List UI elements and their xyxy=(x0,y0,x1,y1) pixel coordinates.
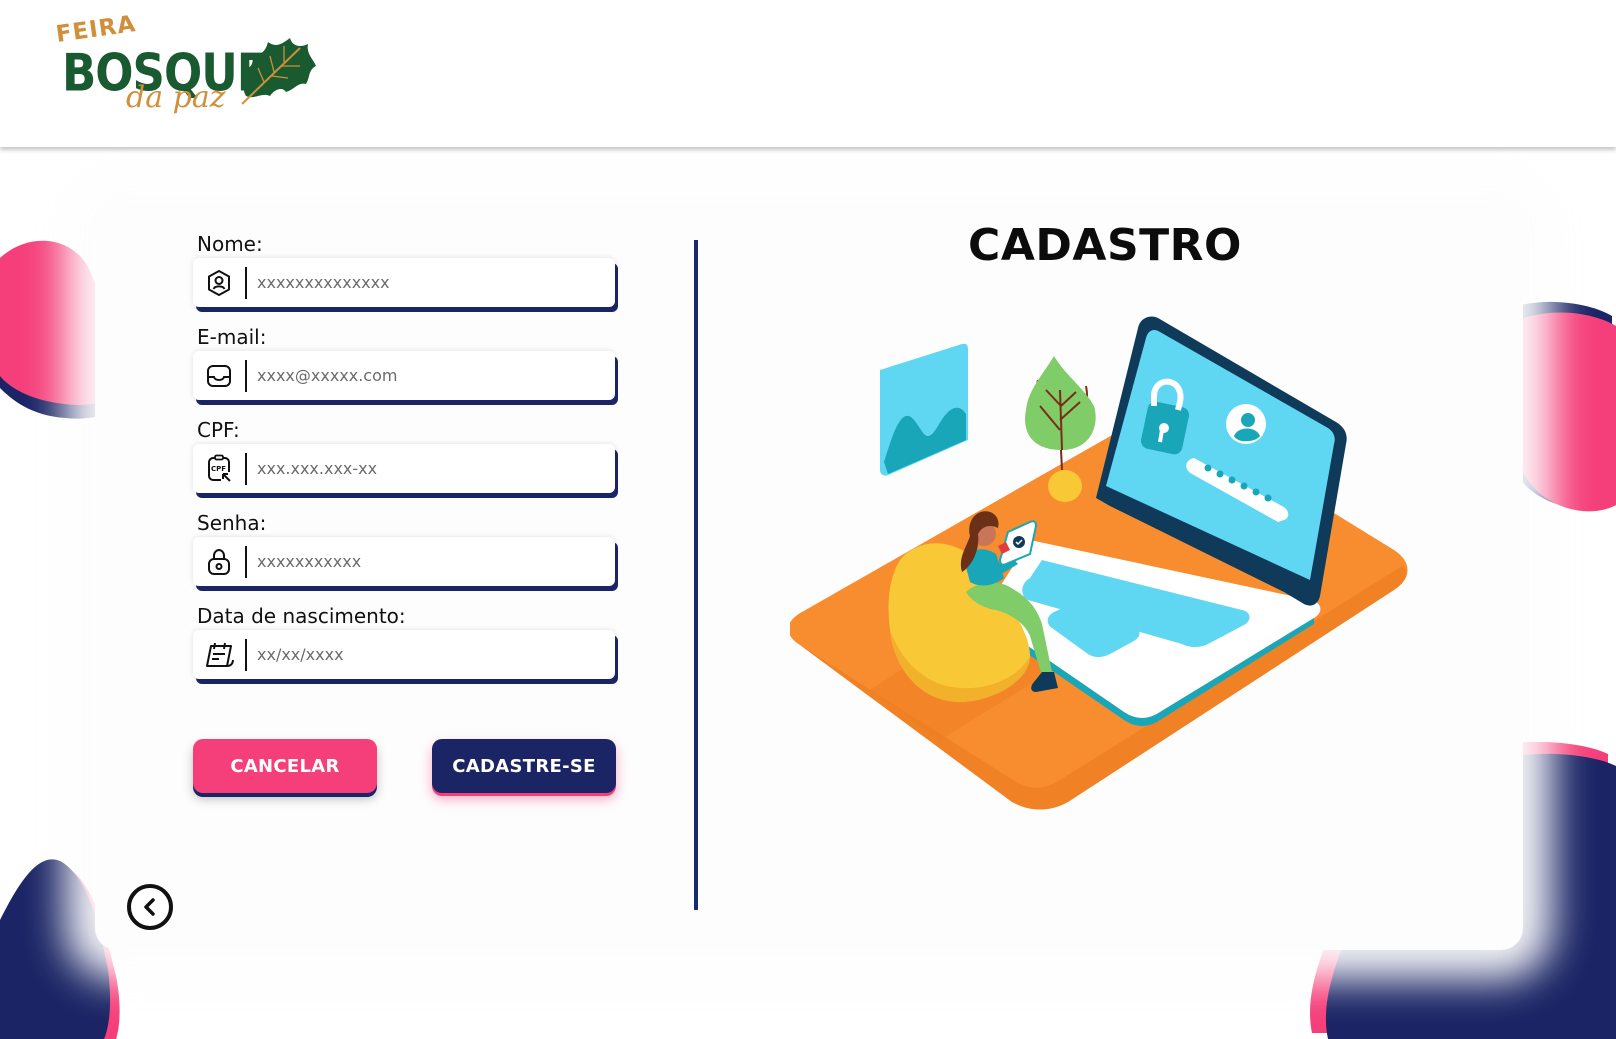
calendar-icon xyxy=(193,630,245,679)
cpf-document-icon: CPF xyxy=(193,444,245,493)
svg-text:CPF: CPF xyxy=(211,465,226,473)
field-separator xyxy=(245,359,247,392)
birthdate-label: Data de nascimento: xyxy=(197,604,406,628)
chevron-left-icon xyxy=(144,898,155,916)
name-label: Nome: xyxy=(197,232,263,256)
field-separator xyxy=(245,452,247,485)
laptop-login-illustration xyxy=(790,316,1408,810)
name-input[interactable]: xxxxxxxxxxxxxx xyxy=(257,273,390,292)
cpf-input[interactable]: xxx.xxx.xxx-xx xyxy=(257,459,377,478)
field-separator xyxy=(245,545,247,578)
birthdate-input[interactable]: xx/xx/xxxx xyxy=(257,645,344,664)
email-field[interactable]: xxxx@xxxxx.com xyxy=(193,351,615,400)
feira-bosque-da-paz-logo[interactable]: FEIRA BOSQUE da paz xyxy=(54,11,328,122)
cancel-button[interactable]: CANCELAR xyxy=(193,739,377,793)
password-input[interactable]: xxxxxxxxxxx xyxy=(257,552,361,571)
field-separator xyxy=(245,638,247,671)
name-field[interactable]: xxxxxxxxxxxxxx xyxy=(193,258,615,307)
user-hexagon-icon xyxy=(193,258,245,307)
field-separator xyxy=(245,266,247,299)
signup-button[interactable]: CADASTRE-SE xyxy=(432,739,616,793)
password-field[interactable]: xxxxxxxxxxx xyxy=(193,537,615,586)
page-title: CADASTRO xyxy=(968,220,1242,271)
oak-leaf-icon xyxy=(241,38,316,105)
header: FEIRA BOSQUE da paz xyxy=(0,0,1616,147)
cpf-field[interactable]: CPF xxx.xxx.xxx-xx xyxy=(193,444,615,493)
email-input[interactable]: xxxx@xxxxx.com xyxy=(257,366,397,385)
back-button[interactable] xyxy=(127,884,173,930)
logo-dapaz-text: da paz xyxy=(126,80,226,115)
inbox-icon xyxy=(193,351,245,400)
lock-icon xyxy=(193,537,245,586)
birthdate-field[interactable]: xx/xx/xxxx xyxy=(193,630,615,679)
vertical-divider xyxy=(694,240,698,910)
email-label: E-mail: xyxy=(197,325,267,349)
cpf-label: CPF: xyxy=(197,418,240,442)
password-label: Senha: xyxy=(197,511,267,535)
